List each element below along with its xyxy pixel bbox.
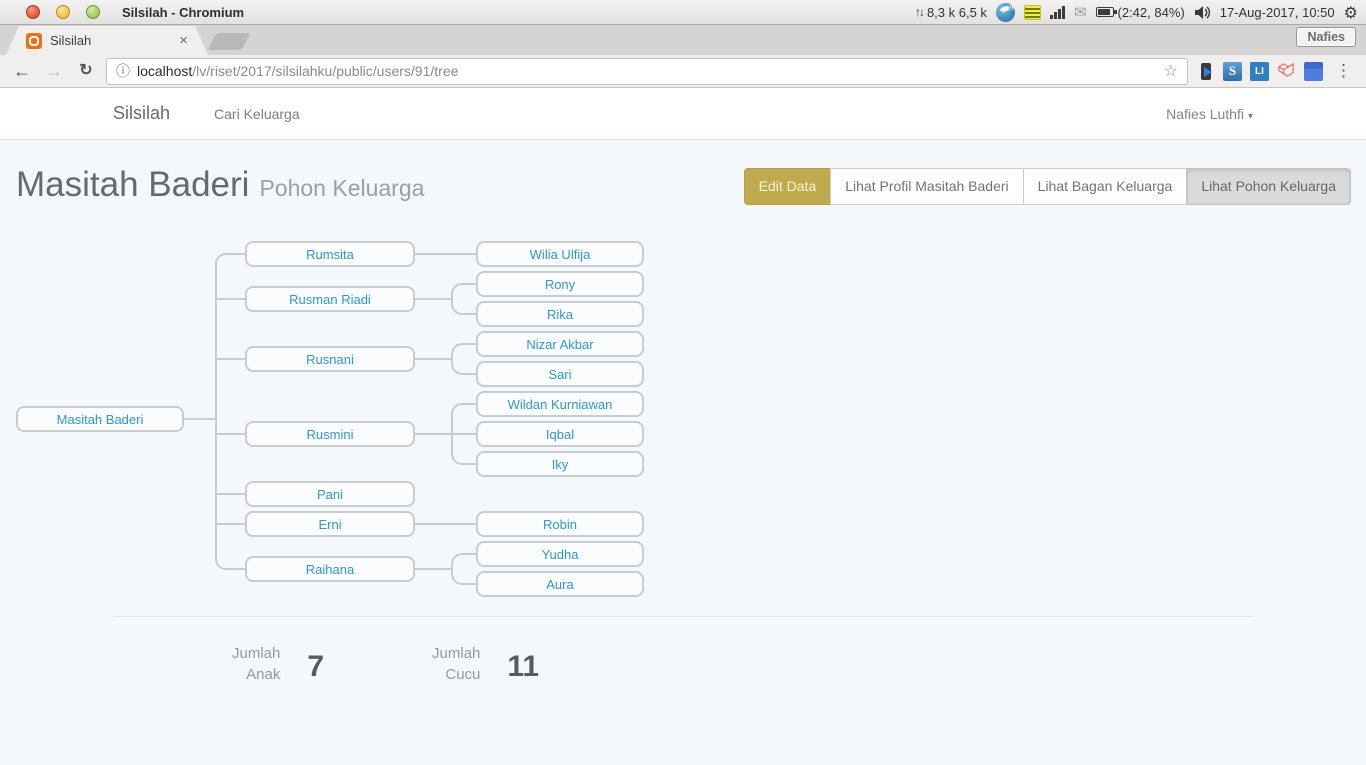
- mail-envelope-icon[interactable]: ✉: [1074, 3, 1087, 21]
- browser-toolbar: ← → ↻ ⓘ localhost/lv/riset/2017/silsilah…: [0, 55, 1366, 88]
- divider: [113, 616, 1253, 617]
- battery-icon: [1096, 7, 1114, 17]
- tree-node-pani[interactable]: Pani: [245, 481, 415, 507]
- bookmark-star-icon[interactable]: ☆: [1164, 61, 1178, 81]
- network-rate-text: 8,3 k 6,5 k: [927, 5, 987, 20]
- action-button-lihat-pohon-keluarga[interactable]: Lihat Pohon Keluarga: [1186, 168, 1351, 205]
- tree-node-wilia-ulfija[interactable]: Wilia Ulfija: [476, 241, 644, 267]
- action-button-edit-data[interactable]: Edit Data: [744, 168, 832, 205]
- stat-value: 11: [507, 650, 539, 684]
- page-info-icon[interactable]: ⓘ: [116, 61, 130, 81]
- chevron-down-icon: ▾: [1248, 111, 1253, 122]
- action-button-lihat-bagan-keluarga[interactable]: Lihat Bagan Keluarga: [1023, 168, 1188, 205]
- tree-node-robin[interactable]: Robin: [476, 511, 644, 537]
- address-bar[interactable]: ⓘ localhost/lv/riset/2017/silsilahku/pub…: [106, 58, 1188, 85]
- tree-node-wildan-kurniawan[interactable]: Wildan Kurniawan: [476, 391, 644, 417]
- system-tray: ↑↓ 8,3 k 6,5 k 289 ✉ (2:42, 84%) 17-Aug-…: [915, 3, 1358, 22]
- gear-icon[interactable]: ⚙: [1344, 3, 1358, 22]
- url-text: localhost/lv/riset/2017/silsilahku/publi…: [137, 63, 458, 79]
- action-button-lihat-profil-masitah-baderi[interactable]: Lihat Profil Masitah Baderi: [830, 168, 1023, 205]
- page-header: Masitah BaderiPohon Keluarga Edit DataLi…: [0, 140, 1366, 211]
- tree-node-raihana[interactable]: Raihana: [245, 556, 415, 582]
- tree-node-rusman-riadi[interactable]: Rusman Riadi: [245, 286, 415, 312]
- battery-status-text: (2:42, 84%): [1118, 5, 1185, 20]
- tree-node-nizar-akbar[interactable]: Nizar Akbar: [476, 331, 644, 357]
- s-extension-icon[interactable]: S: [1223, 62, 1242, 81]
- indicator-badge: 289: [1000, 5, 1010, 12]
- send-to-phone-extension-icon[interactable]: [1196, 62, 1215, 81]
- updown-arrows-icon: ↑↓: [915, 5, 923, 19]
- user-dropdown[interactable]: Nafies Luthfi ▾: [1166, 106, 1253, 122]
- window-minimize-button[interactable]: [56, 5, 70, 19]
- indicator-circle-icon[interactable]: 289: [996, 3, 1015, 22]
- window-title: Silsilah - Chromium: [122, 5, 244, 20]
- nav-link-cari-keluarga[interactable]: Cari Keluarga: [214, 106, 300, 122]
- person-name: Masitah Baderi: [16, 165, 249, 204]
- stat-value: 7: [307, 650, 324, 684]
- tree-node-erni[interactable]: Erni: [245, 511, 415, 537]
- browser-tab-strip: Silsilah ×: [0, 25, 1366, 55]
- tab-close-icon[interactable]: ×: [179, 32, 188, 49]
- battery-indicator[interactable]: (2:42, 84%): [1096, 5, 1185, 20]
- blue-box-extension-icon[interactable]: [1304, 62, 1323, 81]
- tree-node-rony[interactable]: Rony: [476, 271, 644, 297]
- tree-node-iky[interactable]: Iky: [476, 451, 644, 477]
- window-controls: [26, 5, 100, 19]
- family-tree: Masitah Baderi Rumsita Wilia Ulfija Rusman …: [0, 232, 1366, 604]
- stat-jumlah-anak: JumlahAnak 7: [232, 643, 324, 685]
- stats-row: JumlahAnak 7 JumlahCucu 11: [232, 643, 1366, 685]
- xampp-favicon-icon: [26, 33, 42, 49]
- tree-node-rumsita[interactable]: Rumsita: [245, 241, 415, 267]
- tree-node-yudha[interactable]: Yudha: [476, 541, 644, 567]
- new-tab-button[interactable]: [207, 33, 250, 50]
- window-maximize-button[interactable]: [86, 5, 100, 19]
- tree-node-masitah-baderi[interactable]: Masitah Baderi: [16, 406, 184, 432]
- page-subtitle: Pohon Keluarga: [259, 175, 424, 201]
- url-path: /lv/riset/2017/silsilahku/public/users/9…: [192, 63, 458, 79]
- brand-link[interactable]: Silsilah: [113, 103, 170, 124]
- notes-list-icon[interactable]: [1024, 5, 1041, 20]
- stat-label: JumlahCucu: [432, 643, 480, 685]
- network-traffic-indicator[interactable]: ↑↓ 8,3 k 6,5 k: [915, 5, 987, 20]
- tree-node-sari[interactable]: Sari: [476, 361, 644, 387]
- tree-node-aura[interactable]: Aura: [476, 571, 644, 597]
- user-name: Nafies Luthfi: [1166, 106, 1244, 122]
- reload-icon[interactable]: ↻: [74, 63, 98, 79]
- stat-label: JumlahAnak: [232, 643, 280, 685]
- li-extension-icon[interactable]: LI: [1250, 62, 1269, 81]
- browser-menu-icon[interactable]: ⋮: [1331, 61, 1356, 81]
- back-icon[interactable]: ←: [10, 62, 34, 80]
- forward-icon[interactable]: →: [42, 62, 66, 80]
- clock-text[interactable]: 17-Aug-2017, 10:50: [1220, 5, 1335, 20]
- speaker-icon[interactable]: [1194, 5, 1211, 20]
- tree-node-rusmini[interactable]: Rusmini: [245, 421, 415, 447]
- tree-node-iqbal[interactable]: Iqbal: [476, 421, 644, 447]
- system-top-bar: Silsilah - Chromium ↑↓ 8,3 k 6,5 k 289 ✉…: [0, 0, 1366, 25]
- laravel-extension-icon[interactable]: [1277, 62, 1296, 81]
- action-button-group: Edit DataLihat Profil Masitah BaderiLiha…: [744, 168, 1351, 205]
- stat-jumlah-cucu: JumlahCucu 11: [432, 643, 539, 685]
- window-close-button[interactable]: [26, 5, 40, 19]
- url-host: localhost: [137, 63, 192, 79]
- signal-strength-icon[interactable]: [1050, 5, 1065, 19]
- page-title: Masitah Baderi Pohon Keluarga: [16, 162, 424, 211]
- tab-title: Silsilah: [50, 33, 179, 48]
- site-navbar: Silsilah Cari Keluarga Nafies Luthfi ▾: [0, 88, 1366, 140]
- screen: Silsilah - Chromium ↑↓ 8,3 k 6,5 k 289 ✉…: [0, 0, 1366, 765]
- session-tooltip: Nafies: [1296, 27, 1356, 47]
- tree-connectors: [0, 232, 1366, 604]
- tree-node-rika[interactable]: Rika: [476, 301, 644, 327]
- browser-tab-silsilah[interactable]: Silsilah ×: [6, 26, 208, 55]
- tree-node-rusnani[interactable]: Rusnani: [245, 346, 415, 372]
